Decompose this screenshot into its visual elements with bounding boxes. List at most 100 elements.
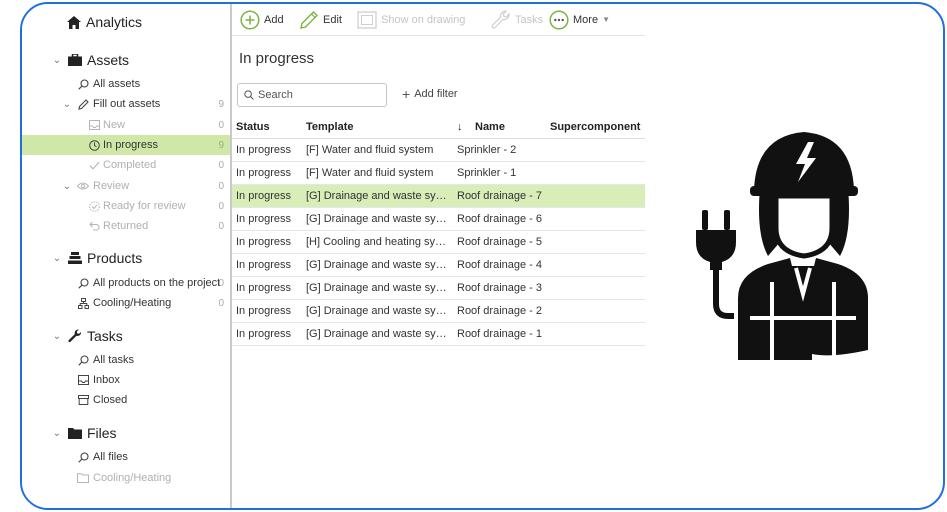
drawing-icon [357, 10, 377, 29]
column-name[interactable]: Name [475, 116, 545, 139]
search-icon [244, 90, 254, 100]
cell-supercomponent [550, 139, 645, 162]
inbox-icon [75, 372, 91, 388]
sidebar-item-label: All assets [93, 78, 141, 90]
cell-name: Roof drainage - 4 [457, 259, 542, 271]
cell-template: [F] Water and fluid system [306, 144, 434, 156]
show-on-drawing-button[interactable]: Show on drawing [357, 9, 465, 31]
sidebar-item-cooling-heating[interactable]: Cooling/Heating 0 [22, 293, 230, 313]
sidebar-item-ready-for-review[interactable]: Ready for review 0 [22, 196, 230, 216]
table-row[interactable]: In progress [G] Drainage and waste syste… [232, 208, 645, 231]
sidebar-item-closed[interactable]: Closed [22, 390, 230, 410]
cell-status: In progress [236, 236, 292, 248]
cell-supercomponent [550, 300, 645, 323]
table-row[interactable]: In progress [G] Drainage and waste syste… [232, 254, 645, 277]
cell-status: In progress [236, 213, 292, 225]
table-row[interactable]: In progress [G] Drainage and waste syste… [232, 300, 645, 323]
cell-status: In progress [236, 190, 292, 202]
hierarchy-icon [75, 295, 91, 311]
sidebar-item-fill-out-assets[interactable]: ⌄ Fill out assets 9 [22, 94, 230, 114]
sidebar-item-products[interactable]: ⌄ Products [22, 246, 230, 270]
sidebar-item-label: Closed [93, 394, 128, 406]
sidebar-item-label: All tasks [93, 354, 134, 366]
cell-template: [H] Cooling and heating syst... [306, 236, 448, 248]
table-row[interactable]: In progress [F] Water and fluid system S… [232, 162, 645, 185]
sidebar-item-label: New [103, 119, 126, 131]
cell-template: [G] Drainage and waste syste... [306, 213, 448, 225]
cell-supercomponent [550, 231, 645, 254]
sidebar-item-inbox[interactable]: Inbox [22, 370, 230, 390]
chevron-down-icon[interactable]: ⌄ [52, 428, 62, 439]
caret-down-icon: ▼ [602, 15, 610, 24]
chevron-down-icon[interactable]: ⌄ [52, 331, 62, 342]
table-row[interactable]: In progress [H] Cooling and heating syst… [232, 231, 645, 254]
sidebar-item-all-files[interactable]: All files [22, 447, 230, 467]
sidebar-item-label: In progress [103, 139, 159, 151]
table-row[interactable]: In progress [F] Water and fluid system S… [232, 139, 645, 162]
sidebar-item-label: Files [87, 425, 117, 441]
sidebar-item-files-cooling[interactable]: Cooling/Heating [22, 468, 230, 488]
chevron-down-icon[interactable]: ⌄ [62, 181, 72, 192]
sort-arrow-down-icon[interactable]: ↓ [457, 116, 471, 139]
sidebar-item-label: All files [93, 451, 128, 463]
sidebar-item-tasks[interactable]: ⌄ Tasks [22, 324, 230, 348]
edit-label: Edit [323, 13, 342, 26]
search-input[interactable]: Search [237, 83, 387, 107]
electrician-illustration-icon [696, 132, 868, 360]
sidebar-item-label: Cooling/Heating [93, 297, 172, 309]
table-row-selected[interactable]: In progress [G] Drainage and waste syste… [232, 185, 645, 208]
column-status[interactable]: Status [236, 116, 302, 139]
cell-supercomponent [550, 277, 645, 300]
count-badge: 0 [218, 277, 224, 289]
cell-status: In progress [236, 282, 292, 294]
sidebar-item-completed[interactable]: Completed 0 [22, 155, 230, 175]
cell-name: Sprinkler - 2 [457, 144, 517, 156]
sidebar-item-returned[interactable]: Returned 0 [22, 216, 230, 236]
page-title: In progress [239, 50, 315, 67]
dotted-check-icon [86, 198, 102, 214]
chevron-down-icon[interactable]: ⌄ [52, 253, 62, 264]
sidebar-item-analytics[interactable]: Analytics [22, 10, 230, 34]
stack-icon [67, 250, 83, 266]
sidebar-item-review[interactable]: ⌄ Review 0 [22, 176, 230, 196]
sidebar-item-all-assets[interactable]: All assets [22, 74, 230, 94]
edit-button[interactable]: Edit [299, 9, 342, 31]
chevron-down-icon[interactable]: ⌄ [62, 99, 72, 110]
sidebar-item-label: Assets [87, 52, 130, 68]
sidebar-item-label: Products [87, 250, 143, 266]
count-badge: 9 [218, 98, 224, 110]
tasks-button[interactable]: Tasks [491, 9, 543, 31]
plus-icon: + [402, 85, 411, 102]
count-badge: 0 [218, 159, 224, 171]
sidebar-item-in-progress[interactable]: In progress 9 [22, 135, 230, 155]
table-row[interactable]: In progress [G] Drainage and waste syste… [232, 323, 645, 346]
cell-supercomponent [550, 208, 645, 231]
sidebar-item-all-products[interactable]: All products on the project 0 [22, 273, 230, 293]
chevron-down-icon[interactable]: ⌄ [52, 55, 62, 66]
column-supercomponent[interactable]: Supercomponent [550, 116, 645, 139]
sidebar-item-label: Review [93, 180, 130, 192]
cell-status: In progress [236, 259, 292, 271]
column-template[interactable]: Template [306, 116, 448, 139]
checkmark-icon [86, 157, 102, 173]
cell-name: Roof drainage - 2 [457, 305, 542, 317]
add-filter-button[interactable]: + Add filter [402, 85, 458, 102]
add-filter-label: Add filter [414, 88, 458, 100]
add-label: Add [264, 13, 284, 26]
cell-name: Roof drainage - 6 [457, 213, 542, 225]
sidebar-item-files[interactable]: ⌄ Files [22, 421, 230, 445]
return-arrow-icon [86, 218, 102, 234]
more-button[interactable]: More ▼ [549, 9, 610, 31]
table-row[interactable]: In progress [G] Drainage and waste syste… [232, 277, 645, 300]
toolbar: Add Edit Show on drawing Tasks More ▼ [232, 4, 645, 36]
sidebar-item-new[interactable]: New 0 [22, 115, 230, 135]
sidebar-item-assets[interactable]: ⌄ Assets [22, 48, 230, 72]
sidebar-item-all-tasks[interactable]: All tasks [22, 350, 230, 370]
pencil-icon [300, 10, 318, 29]
folder-icon [67, 425, 83, 441]
wrench-icon [67, 328, 83, 344]
wrench-icon [491, 10, 510, 29]
add-button[interactable]: Add [240, 9, 284, 31]
show-on-drawing-label: Show on drawing [381, 13, 466, 26]
inbox-icon [86, 117, 102, 133]
